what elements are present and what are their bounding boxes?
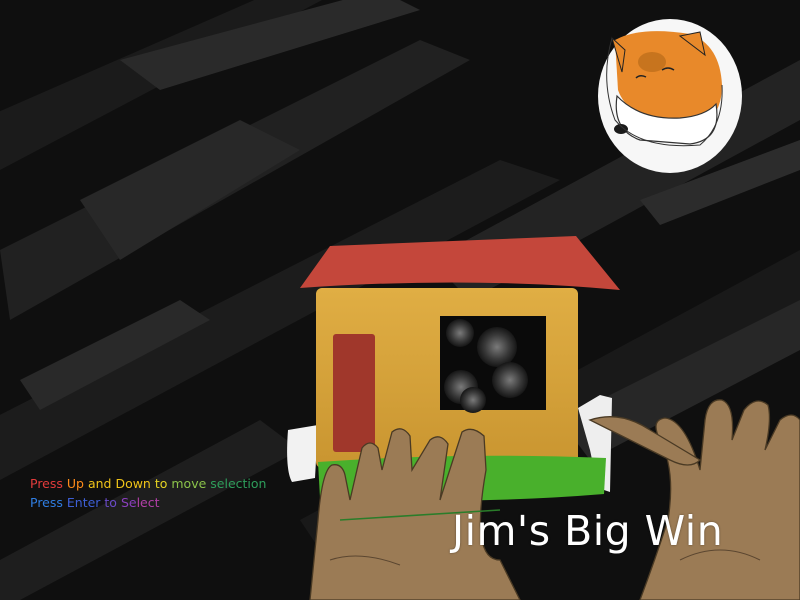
instruction-word: and	[87, 476, 116, 491]
instruction-word: Up	[66, 476, 88, 491]
title-screen: Press Up and Down to move selection Pres…	[0, 0, 800, 600]
house-door	[333, 334, 375, 452]
instruction-word: move	[171, 476, 211, 491]
instruction-word: Se	[120, 495, 137, 510]
instruction-word: Enter	[66, 495, 105, 510]
dog-face-icon	[598, 19, 742, 173]
instruction-line-select: Press Enter to Select	[30, 493, 266, 512]
left-wall-sketch	[287, 425, 318, 482]
instruction-word: to	[104, 495, 121, 510]
controls-instructions: Press Up and Down to move selection Pres…	[30, 474, 266, 512]
instruction-line-move: Press Up and Down to move selection	[30, 474, 266, 493]
instruction-word: selection	[210, 476, 267, 491]
instruction-word: lect	[136, 495, 160, 510]
instruction-word: Down	[115, 476, 155, 491]
instruction-word: Press	[30, 476, 67, 491]
game-title: Jim's Big Win	[452, 507, 724, 555]
instruction-word: Press	[30, 495, 67, 510]
instruction-word: to	[154, 476, 172, 491]
